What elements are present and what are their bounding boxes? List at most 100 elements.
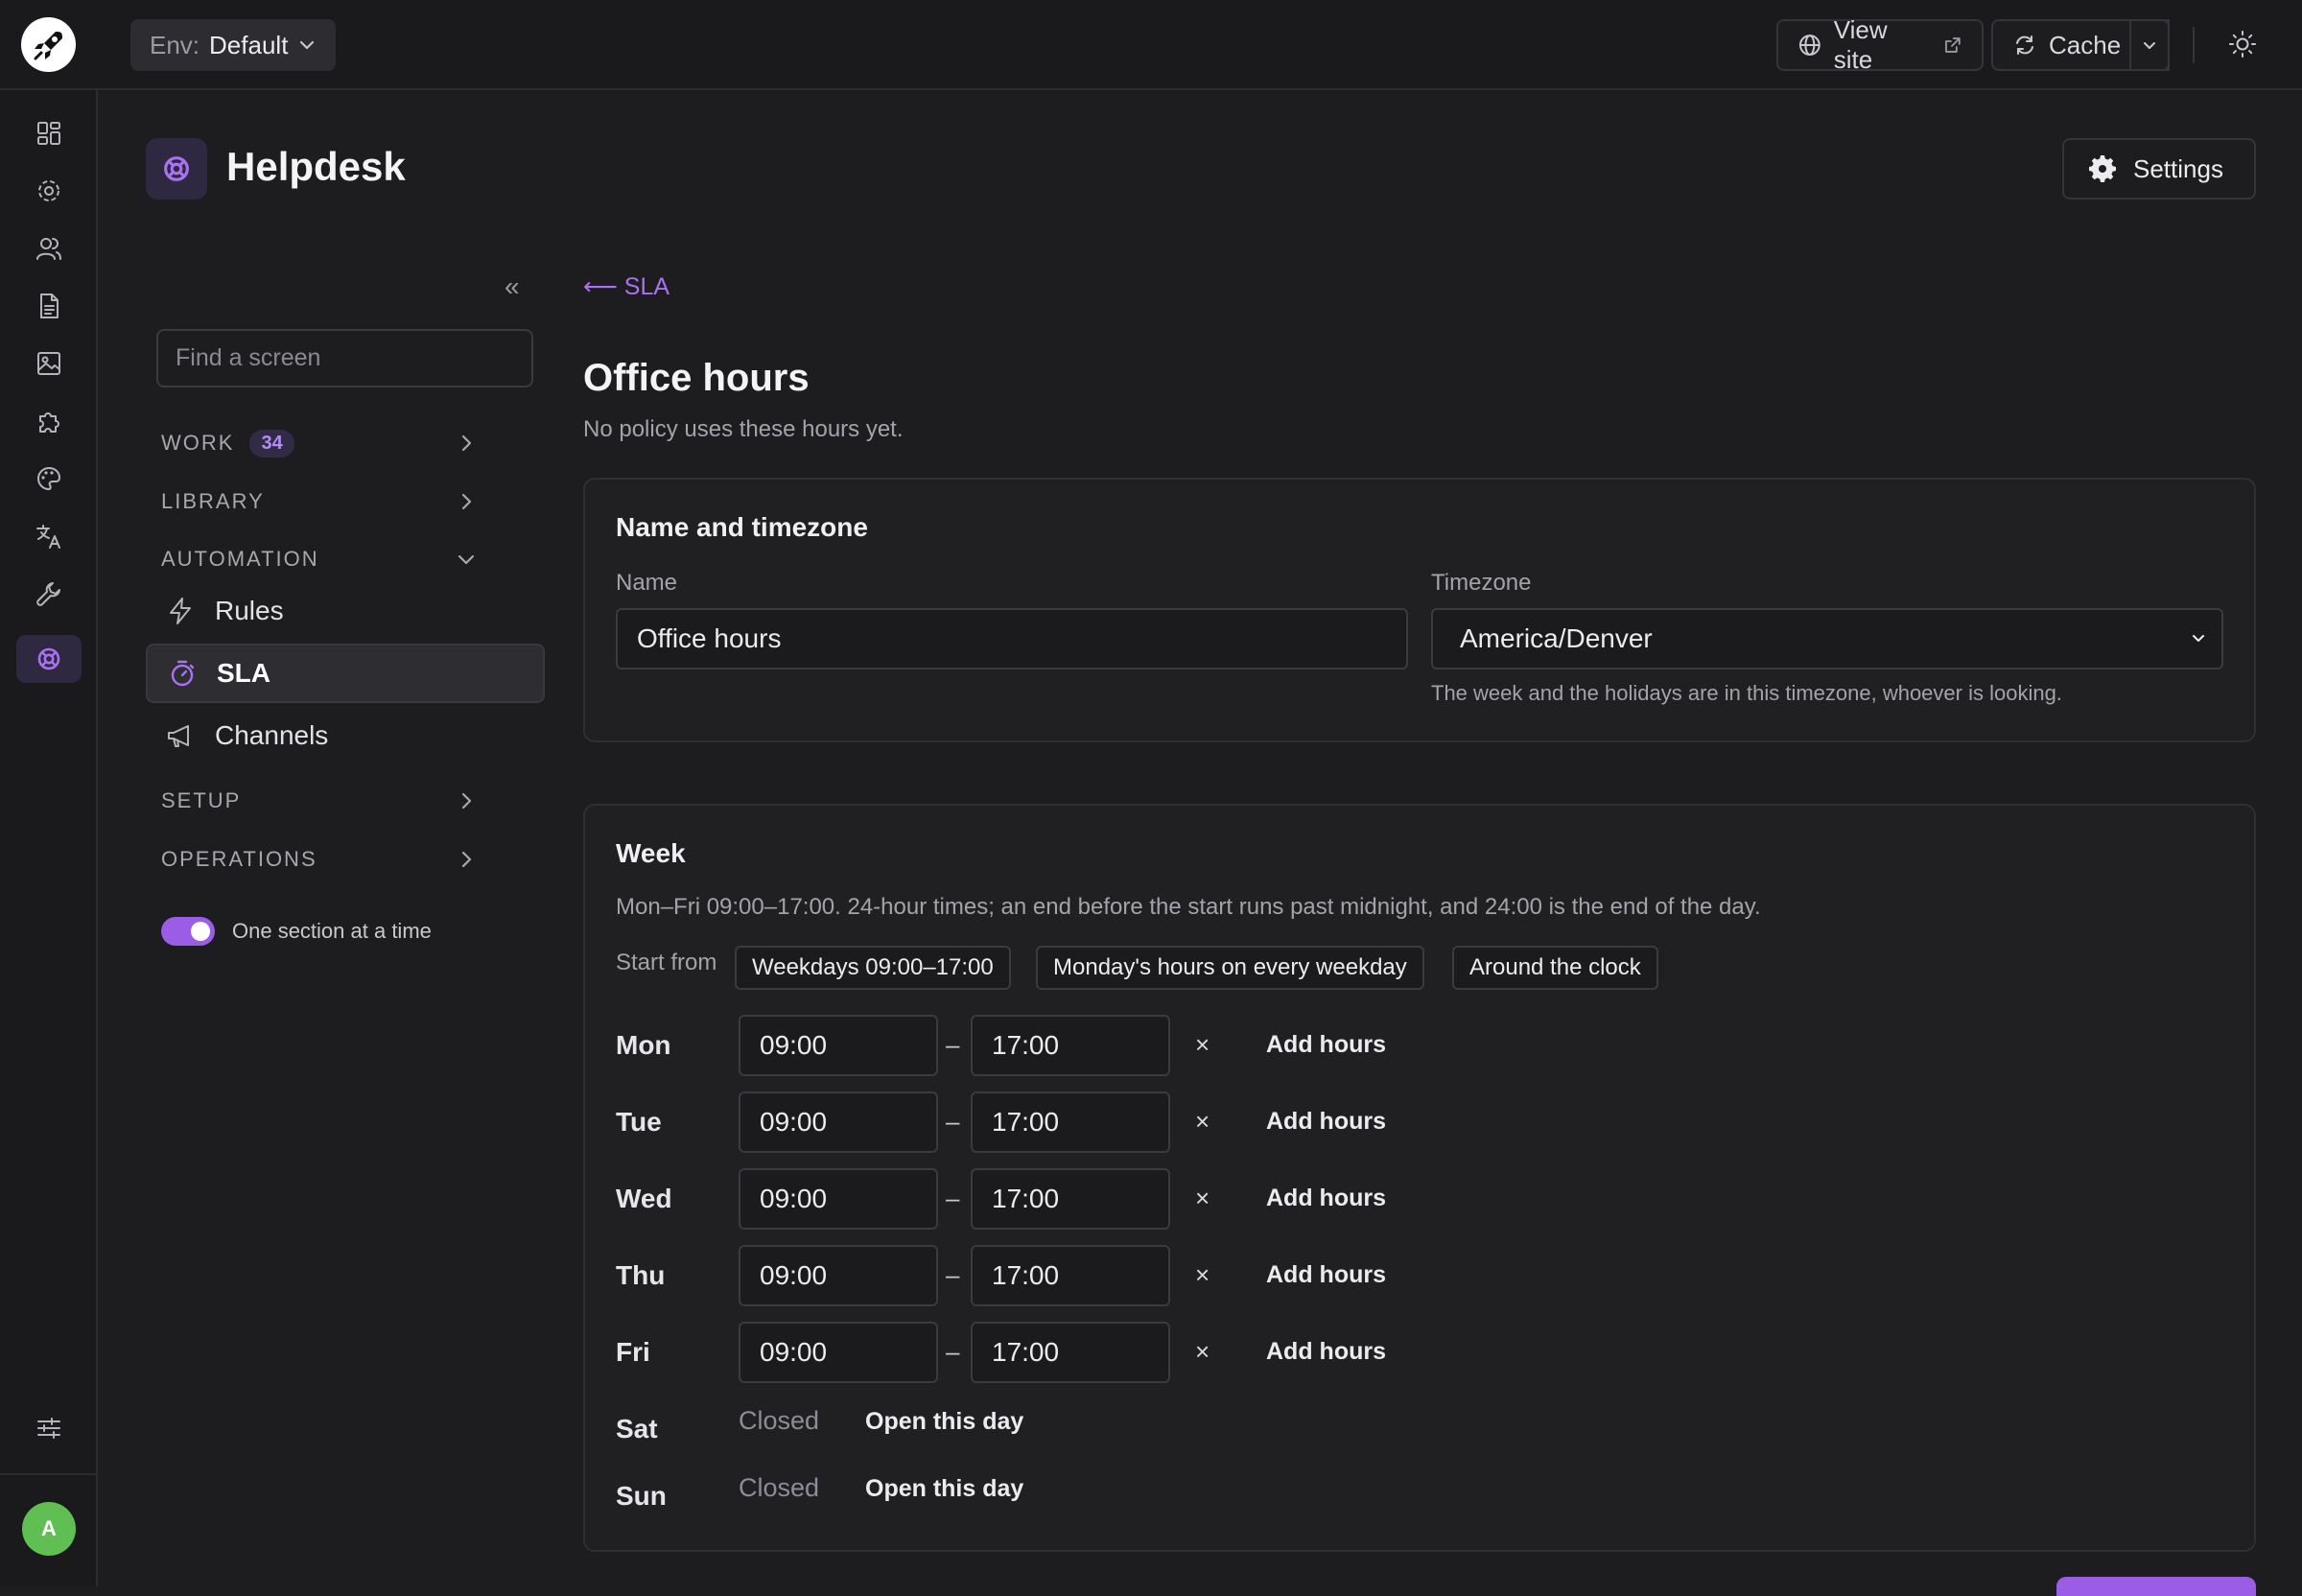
- add-hours-tue-button[interactable]: Add hours: [1266, 1108, 1386, 1136]
- rail-tools[interactable]: [16, 570, 82, 618]
- timezone-select[interactable]: America/Denver: [1431, 608, 2223, 669]
- one-section-toggle[interactable]: [161, 917, 215, 946]
- name-timezone-title: Name and timezone: [616, 512, 868, 542]
- week-card: Week Mon–Fri 09:00–17:00. 24-hour times;…: [583, 804, 2256, 1552]
- rail-appearance[interactable]: [16, 455, 82, 503]
- back-to-sla-link[interactable]: ⟵ SLA: [583, 272, 669, 301]
- wed-end-input[interactable]: [971, 1168, 1170, 1230]
- remove-wed-hours-button[interactable]: ×: [1195, 1184, 1210, 1213]
- time-range-dash: –: [946, 1260, 960, 1289]
- theme-toggle-button[interactable]: [2227, 29, 2258, 59]
- view-site-label: View site: [1833, 15, 1888, 74]
- remove-fri-hours-button[interactable]: ×: [1195, 1337, 1210, 1367]
- sun-closed-status: Closed: [739, 1473, 820, 1502]
- one-section-toggle-label: One section at a time: [232, 919, 432, 943]
- fri-start-input[interactable]: [739, 1322, 938, 1383]
- add-hours-wed-button[interactable]: Add hours: [1266, 1185, 1386, 1212]
- stopwatch-icon: [171, 660, 195, 687]
- week-title: Week: [616, 838, 686, 868]
- section-library-label: LIBRARY: [161, 489, 265, 513]
- wed-start-input[interactable]: [739, 1168, 938, 1230]
- chevron-right-icon: [461, 493, 472, 510]
- helpdesk-app-icon: [146, 138, 207, 200]
- section-library[interactable]: LIBRARY: [161, 482, 478, 521]
- chevron-down-icon: [300, 40, 315, 50]
- remove-thu-hours-button[interactable]: ×: [1195, 1260, 1210, 1290]
- section-work[interactable]: WORK 34: [161, 424, 478, 462]
- thu-end-input[interactable]: [971, 1245, 1170, 1306]
- puzzle-icon: [39, 412, 59, 433]
- name-label: Name: [616, 570, 678, 596]
- section-automation[interactable]: AUTOMATION: [161, 540, 478, 578]
- rail-settings[interactable]: [16, 167, 82, 215]
- rail-helpdesk[interactable]: [16, 635, 82, 683]
- name-input[interactable]: [616, 608, 1408, 669]
- time-range-dash: –: [946, 1337, 960, 1366]
- thu-start-input[interactable]: [739, 1245, 938, 1306]
- section-automation-label: AUTOMATION: [161, 547, 319, 571]
- nav-item-rules[interactable]: Rules: [146, 581, 545, 641]
- translate-icon: [36, 525, 60, 549]
- rail-documents[interactable]: [16, 282, 82, 330]
- section-operations[interactable]: OPERATIONS: [161, 840, 478, 879]
- time-range-dash: –: [946, 1184, 960, 1212]
- rail-extensions[interactable]: [16, 397, 82, 445]
- one-section-toggle-row: One section at a time: [161, 917, 432, 946]
- day-label-wed: Wed: [616, 1184, 672, 1213]
- day-label-mon: Mon: [616, 1030, 671, 1060]
- megaphone-icon: [168, 725, 189, 747]
- gear-icon: [2089, 155, 2116, 182]
- open-sat-button[interactable]: Open this day: [865, 1408, 1023, 1436]
- add-hours-mon-button[interactable]: Add hours: [1266, 1031, 1386, 1059]
- page-title: Office hours: [583, 357, 810, 399]
- name-timezone-card: Name and timezone Name Timezone America/…: [583, 478, 2256, 742]
- user-avatar[interactable]: A: [22, 1502, 76, 1556]
- cache-menu-button[interactable]: [2129, 19, 2170, 71]
- chevron-down-icon: [2193, 635, 2204, 642]
- users-icon: [36, 238, 61, 260]
- open-sun-button[interactable]: Open this day: [865, 1475, 1023, 1503]
- find-screen-input[interactable]: [156, 329, 533, 387]
- day-label-sun: Sun: [616, 1481, 667, 1511]
- mon-end-input[interactable]: [971, 1015, 1170, 1076]
- add-hours-thu-button[interactable]: Add hours: [1266, 1261, 1386, 1289]
- settings-button[interactable]: Settings: [2062, 138, 2256, 200]
- remove-tue-hours-button[interactable]: ×: [1195, 1107, 1210, 1137]
- settings-icon: [38, 180, 59, 201]
- env-value: Default: [209, 30, 289, 59]
- page-subtitle: No policy uses these hours yet.: [583, 416, 904, 442]
- rail-dashboard[interactable]: [16, 109, 82, 157]
- day-label-thu: Thu: [616, 1260, 666, 1290]
- nav-item-channels[interactable]: Channels: [146, 706, 545, 765]
- app-logo[interactable]: [21, 17, 76, 72]
- document-icon: [40, 293, 59, 318]
- nav-item-sla[interactable]: SLA: [146, 644, 545, 703]
- preset-weekdays-button[interactable]: Weekdays 09:00–17:00: [735, 946, 1011, 990]
- tue-end-input[interactable]: [971, 1091, 1170, 1153]
- add-hours-fri-button[interactable]: Add hours: [1266, 1338, 1386, 1366]
- preset-monday-hours-button[interactable]: Monday's hours on every weekday: [1036, 946, 1424, 990]
- collapse-sidebar-button[interactable]: «: [505, 271, 520, 302]
- rail-users[interactable]: [16, 224, 82, 272]
- rail-media[interactable]: [16, 340, 82, 387]
- mon-start-input[interactable]: [739, 1015, 938, 1076]
- external-link-icon: [1945, 37, 1961, 53]
- view-site-button[interactable]: View site: [1776, 15, 1984, 74]
- save-button[interactable]: [2056, 1577, 2256, 1596]
- rail-translations[interactable]: [16, 512, 82, 560]
- image-icon: [37, 352, 60, 375]
- timezone-value: America/Denver: [1460, 623, 1653, 653]
- tue-start-input[interactable]: [739, 1091, 938, 1153]
- fri-end-input[interactable]: [971, 1322, 1170, 1383]
- preset-around-clock-button[interactable]: Around the clock: [1452, 946, 1658, 990]
- environment-selector[interactable]: Env: Default: [130, 19, 337, 71]
- chevron-down-icon: [2144, 42, 2155, 49]
- rail-preferences[interactable]: [16, 1404, 82, 1452]
- nav-item-rules-label: Rules: [215, 596, 284, 625]
- sat-closed-status: Closed: [739, 1406, 820, 1435]
- week-description: Mon–Fri 09:00–17:00. 24-hour times; an e…: [616, 894, 1761, 920]
- env-label: Env:: [150, 30, 200, 59]
- remove-mon-hours-button[interactable]: ×: [1195, 1030, 1210, 1060]
- rocket-logo-icon: [34, 31, 62, 59]
- section-setup[interactable]: SETUP: [161, 782, 478, 820]
